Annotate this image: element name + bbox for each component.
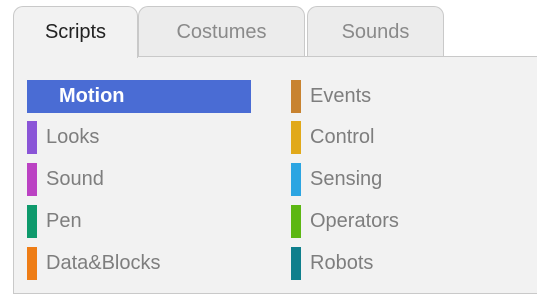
category-label: Events (310, 85, 372, 107)
pen-color-swatch (27, 205, 37, 238)
scripts-panel: Scripts Costumes Sounds Motion Looks Sou… (0, 0, 537, 296)
category-events[interactable]: Events (291, 80, 371, 113)
category-label: Operators (310, 210, 399, 232)
category-label: Sound (46, 168, 104, 190)
category-sound[interactable]: Sound (27, 163, 104, 196)
category-label: Control (310, 126, 375, 148)
tab-sounds[interactable]: Sounds (307, 6, 444, 56)
tab-costumes[interactable]: Costumes (138, 6, 305, 56)
category-looks[interactable]: Looks (27, 121, 99, 154)
control-color-swatch (291, 121, 301, 154)
data-blocks-color-swatch (27, 247, 37, 280)
robots-color-swatch (291, 247, 301, 280)
category-label: Robots (310, 252, 374, 274)
tab-scripts[interactable]: Scripts (13, 6, 138, 58)
category-data-and-blocks[interactable]: Data&Blocks (27, 247, 161, 280)
category-operators[interactable]: Operators (291, 205, 399, 238)
sound-color-swatch (27, 163, 37, 196)
category-label: Data&Blocks (46, 252, 161, 274)
category-label: Pen (46, 210, 82, 232)
sensing-color-swatch (291, 163, 301, 196)
operators-color-swatch (291, 205, 301, 238)
motion-color-swatch (27, 80, 37, 113)
events-color-swatch (291, 80, 301, 113)
looks-color-swatch (27, 121, 37, 154)
tab-bar: Scripts Costumes Sounds (0, 0, 537, 58)
category-robots[interactable]: Robots (291, 247, 373, 280)
category-label: Sensing (310, 168, 383, 190)
category-label: Motion (59, 85, 125, 107)
category-control[interactable]: Control (291, 121, 374, 154)
category-pen[interactable]: Pen (27, 205, 82, 238)
block-category-palette: Motion Looks Sound Pen Data&Blocks Event… (13, 56, 537, 294)
category-label: Looks (46, 126, 100, 148)
category-sensing[interactable]: Sensing (291, 163, 382, 196)
category-motion[interactable]: Motion (27, 80, 251, 113)
